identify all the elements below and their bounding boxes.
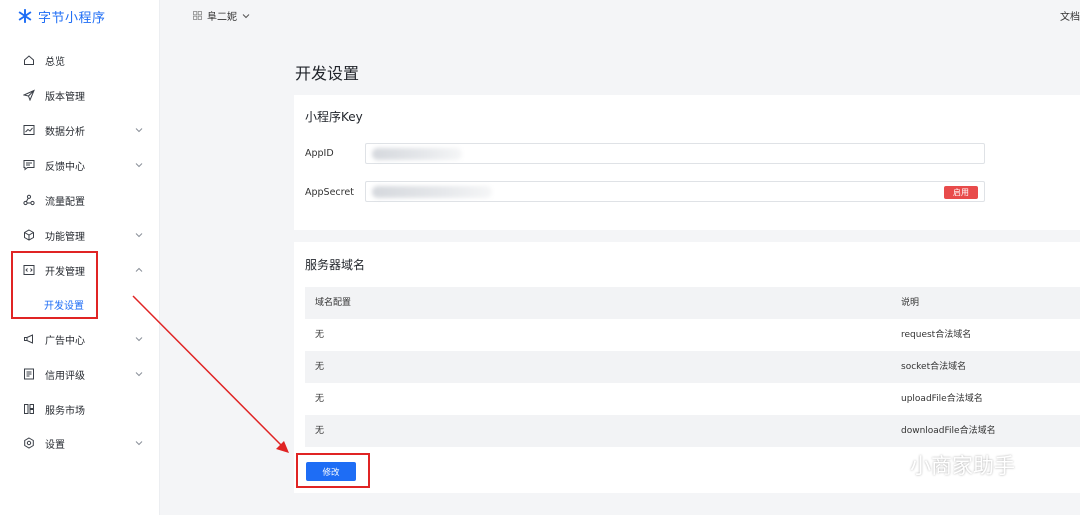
share-icon — [23, 194, 35, 206]
chevron-down-icon — [242, 13, 250, 18]
chevron-down-icon — [135, 233, 143, 238]
cube-icon — [24, 229, 34, 241]
sidebar-item-label: 功能管理 — [45, 231, 85, 243]
sidebar-item-label: 数据分析 — [45, 126, 85, 138]
sidebar-item-credit[interactable]: 信用评级 — [0, 360, 160, 388]
sidebar-item-traffic[interactable]: 流量配置 — [0, 186, 160, 214]
sidebar-item-ads[interactable]: 广告中心 — [0, 325, 160, 353]
table-cell: downloadFile合法域名 — [901, 426, 996, 436]
document-icon — [24, 368, 34, 380]
key-card-title: 小程序Key — [305, 110, 363, 124]
sidebar-item-label: 版本管理 — [45, 91, 85, 103]
watermark-text: 小商家助手 — [910, 454, 1015, 478]
annotation-highlight-box — [11, 251, 98, 319]
app-switcher[interactable]: 阜二妮 — [193, 8, 250, 23]
sidebar-item-label: 反馈中心 — [45, 161, 85, 173]
table-row: 无 socket合法域名 — [305, 351, 1080, 383]
sidebar-item-label: 设置 — [45, 439, 65, 451]
appsecret-label: AppSecret — [305, 187, 354, 198]
redacted-value — [372, 148, 462, 160]
watermark: 小商家助手 — [868, 450, 1015, 480]
wechat-icon — [869, 452, 901, 477]
annotation-highlight-box — [296, 453, 370, 488]
table-header: 域名配置 说明 — [305, 287, 1080, 319]
message-icon — [23, 160, 35, 171]
chevron-down-icon — [135, 441, 143, 446]
table-cell: request合法域名 — [901, 330, 972, 340]
chart-icon — [23, 125, 35, 135]
redacted-value — [372, 186, 492, 198]
table-row: 无 uploadFile合法域名 — [305, 383, 1080, 415]
chevron-down-icon — [135, 163, 143, 168]
app-key-card: 小程序Key AppID AppSecret 启用 — [294, 95, 1080, 230]
brand-name: 字节小程序 — [38, 10, 106, 26]
enable-button[interactable]: 启用 — [944, 186, 978, 199]
sidebar-item-analytics[interactable]: 数据分析 — [0, 116, 160, 144]
gear-icon — [24, 437, 34, 449]
app-grid-icon — [193, 11, 202, 20]
megaphone-icon — [24, 334, 33, 344]
layout-icon — [24, 404, 34, 414]
app-name: 阜二妮 — [207, 12, 237, 23]
bytedance-logo-icon — [18, 9, 32, 23]
sidebar-item-label: 信用评级 — [45, 370, 85, 382]
sidebar-item-label: 总览 — [45, 56, 65, 68]
appid-field[interactable] — [365, 143, 985, 164]
home-icon — [24, 55, 34, 65]
page-title: 开发设置 — [295, 64, 360, 83]
chevron-up-icon — [135, 267, 143, 272]
column-header: 说明 — [901, 298, 920, 308]
sidebar-item-overview[interactable]: 总览 — [0, 46, 160, 74]
chevron-down-icon — [135, 337, 143, 342]
domain-card-title: 服务器域名 — [305, 258, 366, 272]
domain-table: 域名配置 说明 无 request合法域名 无 socket合法域名 无 upl… — [305, 287, 1080, 447]
sidebar-item-feedback[interactable]: 反馈中心 — [0, 151, 160, 179]
brand-logo[interactable]: 字节小程序 — [18, 7, 106, 26]
table-cell: 无 — [315, 330, 325, 340]
table-cell: uploadFile合法域名 — [901, 394, 983, 404]
column-header: 域名配置 — [315, 298, 352, 308]
sidebar-item-market[interactable]: 服务市场 — [0, 395, 160, 423]
table-cell: 无 — [315, 426, 325, 436]
table-cell: 无 — [315, 362, 325, 372]
sidebar-item-features[interactable]: 功能管理 — [0, 221, 160, 249]
chevron-down-icon — [135, 128, 143, 133]
docs-link[interactable]: 文档 — [1060, 8, 1080, 23]
sidebar-item-settings[interactable]: 设置 — [0, 429, 160, 457]
sidebar-item-label: 广告中心 — [45, 335, 85, 347]
appid-label: AppID — [305, 148, 334, 159]
top-bar: 阜二妮 文档 — [161, 0, 1080, 30]
chevron-down-icon — [135, 372, 143, 377]
sidebar-item-label: 服务市场 — [45, 405, 85, 417]
sidebar-item-versions[interactable]: 版本管理 — [0, 81, 160, 109]
appsecret-field[interactable]: 启用 — [365, 181, 985, 202]
send-icon — [23, 89, 35, 101]
sidebar-item-label: 流量配置 — [45, 196, 85, 208]
table-row: 无 downloadFile合法域名 — [305, 415, 1080, 447]
table-row: 无 request合法域名 — [305, 319, 1080, 351]
table-cell: socket合法域名 — [901, 362, 967, 372]
table-cell: 无 — [315, 394, 325, 404]
